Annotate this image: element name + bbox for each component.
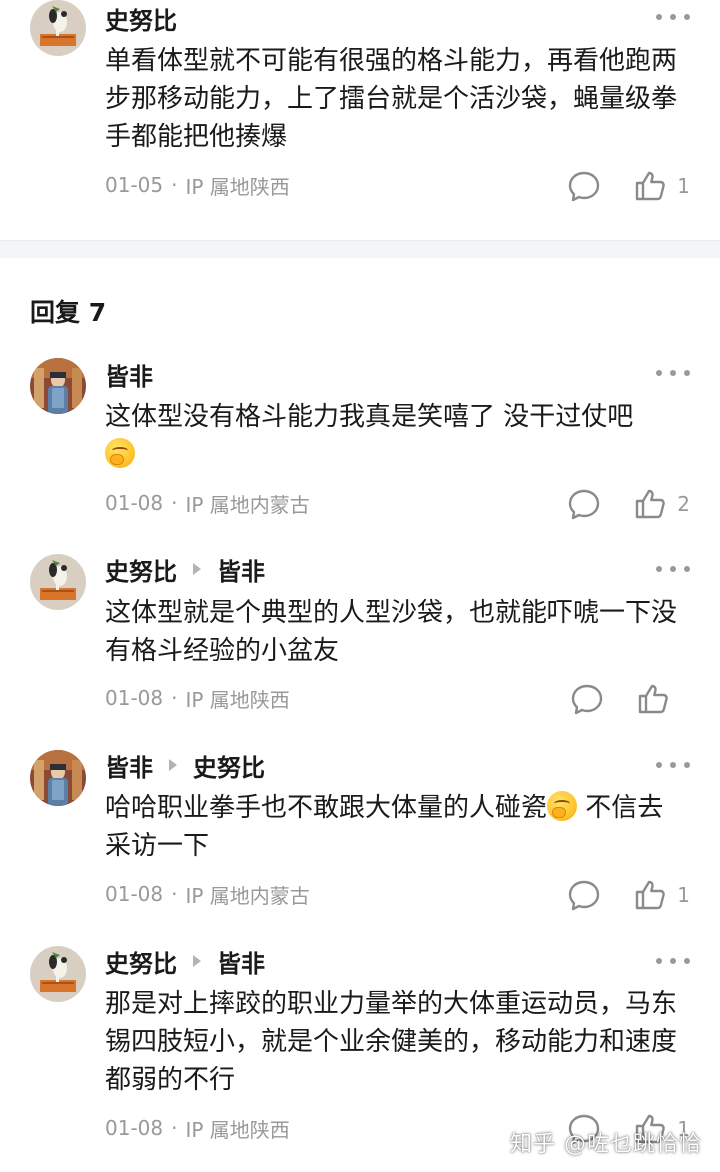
comment-ip: IP 属地内蒙古 bbox=[185, 883, 310, 908]
author-name[interactable]: 史努比 bbox=[105, 944, 177, 979]
like-button[interactable]: 2 bbox=[633, 487, 690, 521]
avatar[interactable] bbox=[30, 946, 86, 1002]
comment-meta: 01-08 · IP 属地内蒙古 bbox=[105, 879, 310, 909]
snoopy-avatar-image bbox=[30, 946, 86, 1002]
like-button[interactable]: 1 bbox=[633, 169, 690, 203]
section-title: 回复 7 bbox=[30, 298, 107, 327]
more-icon[interactable] bbox=[656, 956, 690, 966]
figure-avatar-image bbox=[30, 750, 86, 806]
comment-meta: 01-08 · IP 属地陕西 bbox=[105, 683, 290, 713]
comment-text-before: 哈哈职业拳手也不敢跟大体量的人碰瓷 bbox=[105, 793, 548, 823]
snoopy-avatar-image bbox=[30, 554, 86, 610]
comment-icon[interactable] bbox=[567, 878, 601, 912]
meta-separator: · bbox=[171, 173, 178, 197]
author-name[interactable]: 皆非 bbox=[105, 748, 153, 783]
reply-arrow-icon bbox=[169, 759, 177, 771]
comment-icon[interactable] bbox=[570, 682, 604, 716]
like-icon bbox=[633, 487, 667, 521]
comment-text: 这体型没有格斗能力我真是笑嘻了 没干过仗吧 bbox=[105, 398, 685, 474]
snoopy-avatar-image bbox=[30, 0, 86, 56]
author-name[interactable]: 史努比 bbox=[105, 552, 177, 587]
comment-text-content: 这体型没有格斗能力我真是笑嘻了 没干过仗吧 bbox=[105, 402, 634, 432]
comment-date: 01-08 bbox=[105, 491, 164, 515]
reply-arrow-icon bbox=[193, 563, 201, 575]
avatar[interactable] bbox=[30, 358, 86, 414]
comment-icon[interactable] bbox=[567, 487, 601, 521]
reply-to-name[interactable]: 史努比 bbox=[193, 748, 265, 783]
like-icon bbox=[636, 682, 670, 716]
comment-icon[interactable] bbox=[567, 169, 601, 203]
figure-avatar-image bbox=[30, 358, 86, 414]
author-row: 史努比 bbox=[105, 0, 177, 36]
comment-ip: IP 属地陕西 bbox=[185, 687, 290, 712]
comment-date: 01-08 bbox=[105, 882, 164, 906]
avatar[interactable] bbox=[30, 0, 86, 56]
avatar[interactable] bbox=[30, 750, 86, 806]
more-icon[interactable] bbox=[656, 368, 690, 378]
comment-text: 哈哈职业拳手也不敢跟大体量的人碰瓷 不信去采访一下 bbox=[105, 789, 685, 865]
meta-separator: · bbox=[171, 686, 178, 710]
comment-meta: 01-08 · IP 属地陕西 bbox=[105, 1113, 290, 1143]
meta-separator: · bbox=[171, 882, 178, 906]
smirk-emoji-icon bbox=[105, 438, 135, 468]
smirk-emoji-icon bbox=[547, 791, 578, 821]
like-count: 1 bbox=[677, 883, 690, 907]
comment-actions: 1 bbox=[567, 166, 690, 206]
comment-actions: 1 bbox=[567, 875, 690, 915]
comment-meta: 01-05 · IP 属地陕西 bbox=[105, 170, 290, 200]
more-icon[interactable] bbox=[656, 564, 690, 574]
comment-text: 那是对上摔跤的职业力量举的大体重运动员，马东锡四肢短小，就是个业余健美的，移动能… bbox=[105, 989, 678, 1095]
author-row: 皆非 史努比 bbox=[105, 747, 265, 783]
like-button[interactable]: 1 bbox=[633, 878, 690, 912]
comment-text: 这体型就是个典型的人型沙袋，也就能吓唬一下没有格斗经验的小盆友 bbox=[105, 598, 678, 666]
like-icon bbox=[633, 169, 667, 203]
comments-page: 史努比 单看体型就不可能有很强的格斗能力，再看他跑两步那移动能力，上了擂台就是个… bbox=[0, 0, 720, 1172]
more-icon[interactable] bbox=[656, 12, 690, 22]
like-icon bbox=[633, 878, 667, 912]
like-button[interactable] bbox=[636, 682, 690, 716]
like-count: 2 bbox=[677, 492, 690, 516]
like-count: 1 bbox=[677, 174, 690, 198]
author-row: 史努比 皆非 bbox=[105, 943, 265, 979]
more-icon[interactable] bbox=[656, 760, 690, 770]
comment-date: 01-05 bbox=[105, 173, 164, 197]
section-divider bbox=[0, 240, 720, 258]
author-row: 史努比 皆非 bbox=[105, 551, 265, 587]
comment-actions: 2 bbox=[567, 484, 690, 524]
author-name[interactable]: 皆非 bbox=[105, 357, 153, 392]
comment-actions bbox=[570, 679, 690, 719]
comment-date: 01-08 bbox=[105, 686, 164, 710]
watermark: 知乎 @咗乜跳恰恰 bbox=[510, 1132, 702, 1157]
comment-date: 01-08 bbox=[105, 1116, 164, 1140]
meta-separator: · bbox=[171, 491, 178, 515]
comment-ip: IP 属地内蒙古 bbox=[185, 492, 310, 517]
comment-meta: 01-08 · IP 属地内蒙古 bbox=[105, 488, 310, 518]
reply-arrow-icon bbox=[193, 955, 201, 967]
reply-to-name[interactable]: 皆非 bbox=[217, 944, 265, 979]
avatar[interactable] bbox=[30, 554, 86, 610]
comment-ip: IP 属地陕西 bbox=[185, 1117, 290, 1142]
author-name[interactable]: 史努比 bbox=[105, 1, 177, 36]
comment-ip: IP 属地陕西 bbox=[185, 174, 290, 199]
meta-separator: · bbox=[171, 1116, 178, 1140]
author-row: 皆非 bbox=[105, 356, 153, 392]
reply-to-name[interactable]: 皆非 bbox=[217, 552, 265, 587]
comment-text: 单看体型就不可能有很强的格斗能力，再看他跑两步那移动能力，上了擂台就是个活沙袋，… bbox=[105, 46, 678, 152]
